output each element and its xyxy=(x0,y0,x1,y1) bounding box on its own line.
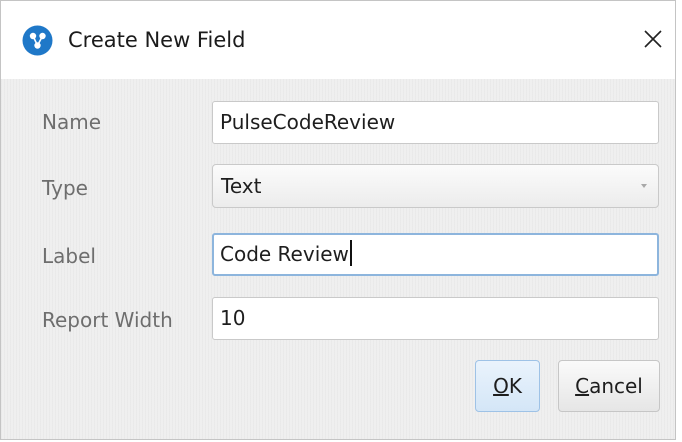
app-logo-icon xyxy=(22,25,53,56)
close-button[interactable] xyxy=(631,17,675,61)
type-label: Type xyxy=(42,176,88,200)
type-select[interactable]: Text xyxy=(212,164,659,208)
label-input[interactable]: Code Review xyxy=(212,233,659,276)
cancel-button-label: ancel xyxy=(589,374,643,398)
ok-button[interactable]: OK xyxy=(475,360,540,412)
ok-button-mnemonic: O xyxy=(493,374,509,398)
dialog-body: Name PulseCodeReview Type Text Label Cod… xyxy=(1,79,675,439)
dialog-title: Create New Field xyxy=(68,28,246,52)
label-label: Label xyxy=(42,244,96,268)
report-width-input-value: 10 xyxy=(220,306,246,330)
report-width-input[interactable]: 10 xyxy=(212,297,659,340)
report-width-label: Report Width xyxy=(42,308,173,332)
name-label: Name xyxy=(42,110,102,134)
ok-button-label: K xyxy=(508,374,522,398)
text-caret xyxy=(349,240,352,266)
name-input-value: PulseCodeReview xyxy=(220,110,396,134)
close-icon xyxy=(644,30,662,48)
create-new-field-dialog: Create New Field Name PulseCodeReview Ty… xyxy=(0,0,676,440)
label-input-value: Code Review xyxy=(220,242,349,266)
type-select-value: Text xyxy=(221,174,262,198)
name-input[interactable]: PulseCodeReview xyxy=(212,101,659,144)
cancel-button[interactable]: Cancel xyxy=(558,360,660,412)
cancel-button-mnemonic: C xyxy=(575,374,590,398)
title-bar: Create New Field xyxy=(1,1,675,79)
chevron-down-icon xyxy=(641,184,647,188)
